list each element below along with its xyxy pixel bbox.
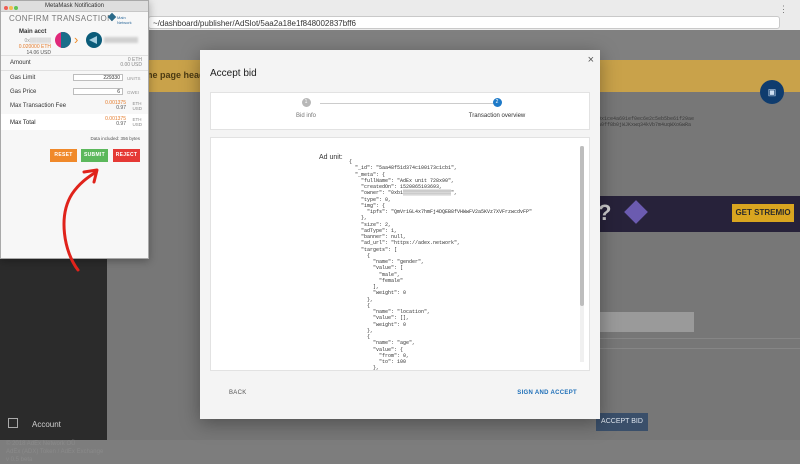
account-balance: 0x▒▒▒▒▒▒ 0.020000 ETH 14.06 USD [9, 38, 51, 56]
gas-limit-input[interactable]: 229330 [73, 74, 123, 81]
recipient-avatar [86, 32, 102, 48]
gas-price-input[interactable]: 6 [73, 88, 123, 95]
account-icon [8, 418, 18, 428]
divider [598, 348, 800, 349]
network-indicator[interactable]: Main Network [107, 12, 132, 25]
max-fee-usd: 0.97 [116, 105, 126, 111]
save-icon[interactable]: ▣ [760, 80, 784, 104]
stremio-logo-icon [624, 200, 648, 224]
amount-usd: 0.00 USD [120, 62, 142, 68]
annotation-arrow-icon [62, 168, 99, 272]
amount-row: Amount 0 ETH 0.00 USD [1, 56, 148, 70]
bg-panel [598, 312, 694, 332]
reset-button[interactable]: RESET [50, 149, 77, 162]
amount-value: 0 ETH 0.00 USD [120, 58, 142, 68]
ad-unit-label: Ad unit: [319, 154, 343, 161]
sign-and-accept-button[interactable]: SIGN AND ACCEPT [517, 390, 577, 396]
accept-bid-button[interactable]: ACCEPT BID [596, 413, 648, 431]
max-total-label: Max Total [10, 120, 36, 126]
step-number: 2 [492, 98, 502, 107]
maximize-window-icon[interactable] [14, 6, 18, 10]
max-fee-usd-unit: USD [132, 106, 142, 111]
ad-unit-json: { "_id": "5aa48f51d374c100173c1cb1", "_m… [349, 159, 533, 371]
gas-price-unit: GWEI [127, 90, 139, 95]
window-controls [4, 4, 19, 14]
amount-label: Amount [10, 60, 31, 66]
submit-button[interactable]: SUBMIT [81, 149, 108, 162]
max-total-usd: 0.97 [116, 121, 126, 127]
step-label: Transaction overview [468, 113, 526, 119]
gas-limit-label: Gas Limit [10, 75, 36, 81]
ad-question-mark: ? [598, 200, 612, 225]
browser-menu-icon[interactable]: ⋮ [779, 4, 794, 15]
footer-line: v 0.5 beta [6, 457, 33, 463]
max-total-usd-unit: USD [132, 122, 142, 127]
dialog-title: Accept bid [210, 68, 257, 79]
sidebar-footer: © 2018 AdEx Network OÜ AdEx (ADX) Token … [6, 440, 104, 464]
close-window-icon[interactable] [4, 6, 8, 10]
hash-line: a0ff8b0jWJKxwq34kVb7m4uqWXoGwRa [598, 122, 692, 128]
data-included-note: Data included: 356 bytes [90, 136, 140, 141]
url-bar[interactable]: ~/dashboard/publisher/AdSlot/5aa2a18e1f8… [148, 16, 780, 29]
max-total-row: Max Total 0.001375 0.97 ETH USD [1, 114, 148, 130]
account-avatar [55, 32, 71, 48]
step-label: Bid info [295, 113, 316, 119]
reject-button[interactable]: REJECT [113, 149, 140, 162]
transfer-arrow-icon: › [74, 32, 79, 47]
max-total-units: ETH USD [132, 117, 142, 127]
sidebar-item-account[interactable]: Account [8, 418, 61, 429]
max-total-values: 0.001375 0.97 [105, 117, 126, 127]
divider [598, 338, 800, 339]
step-number: 1 [301, 98, 311, 107]
gas-limit-unit: UNITS [127, 76, 141, 81]
stepper: 1 Bid info 2 Transaction overview [210, 92, 590, 130]
popup-title: MetaMask Notification [44, 3, 105, 9]
max-fee-label: Max Transaction Fee [10, 103, 67, 109]
ad-banner-preview: ? GET STREMIO [598, 196, 800, 232]
confirm-heading: CONFIRM TRANSACTION [9, 14, 114, 23]
max-fee-row: Max Transaction Fee 0.001375 0.97 ETH US… [1, 99, 148, 113]
transaction-details: Ad unit: { "_id": "5aa48f51d374c100173c1… [210, 137, 590, 371]
hash-text: 0x1ce4a691ef0ec6e2c5eb5be61f29ae a0ff8b0… [598, 116, 694, 128]
max-fee-units: ETH USD [132, 101, 142, 111]
accept-bid-dialog: Accept bid × 1 Bid info 2 Transaction ov… [200, 50, 600, 419]
recipient-address-redacted [104, 37, 138, 43]
step-bid-info[interactable]: 1 Bid info [269, 98, 343, 119]
scrollbar-thumb[interactable] [580, 146, 584, 306]
account-name: Main acct [19, 29, 47, 35]
footer-line: AdEx (ADX) Token / AdEx Exchange [6, 449, 104, 455]
ad-cta-button: GET STREMIO [732, 204, 794, 222]
max-fee-values: 0.001375 0.97 [105, 101, 126, 111]
gas-price-row: Gas Price 6 GWEI [1, 85, 148, 99]
gas-price-label: Gas Price [10, 89, 37, 95]
popup-titlebar: MetaMask Notification [1, 1, 148, 12]
minimize-window-icon[interactable] [9, 6, 13, 10]
back-button[interactable]: BACK [229, 390, 247, 396]
footer-line: © 2018 AdEx Network OÜ [6, 441, 76, 447]
sidebar-item-label: Account [32, 420, 61, 429]
scrollbar[interactable] [580, 146, 584, 362]
close-icon[interactable]: × [588, 54, 594, 66]
gas-limit-row: Gas Limit 229330 UNITS [1, 71, 148, 85]
step-transaction-overview[interactable]: 2 Transaction overview [459, 98, 535, 119]
